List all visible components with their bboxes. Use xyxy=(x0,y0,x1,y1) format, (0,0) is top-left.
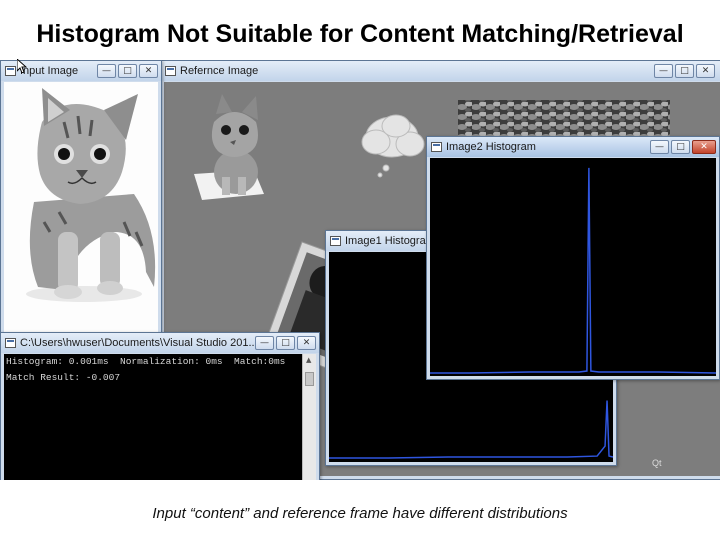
console-output[interactable]: Histogram: 0.001ms Normalization: 0ms Ma… xyxy=(4,354,302,480)
image2-histogram-title: Image2 Histogram xyxy=(446,141,536,153)
console-window[interactable]: C:\Users\hwuser\Documents\Visual Studio … xyxy=(0,332,320,480)
maximize-button[interactable]: □ xyxy=(276,336,295,350)
reference-window-title: Refernce Image xyxy=(180,65,259,77)
app-icon xyxy=(431,142,442,152)
input-window-title: Input Image xyxy=(20,65,79,77)
small-kitten-photo xyxy=(194,94,264,200)
image2-histogram-titlebar[interactable]: Image2 Histogram — □ ✕ xyxy=(427,137,719,157)
console-titlebar[interactable]: C:\Users\hwuser\Documents\Visual Studio … xyxy=(1,333,319,353)
minimize-button[interactable]: — xyxy=(97,64,116,78)
histogram-line xyxy=(329,400,613,459)
maximize-button[interactable]: □ xyxy=(118,64,137,78)
cloud-icon xyxy=(361,114,425,178)
scroll-up-arrow-icon[interactable]: ▲ xyxy=(306,356,311,364)
slide-caption: Input “content” and reference frame have… xyxy=(152,505,568,522)
reference-window-titlebar[interactable]: Refernce Image — □ ✕ xyxy=(161,61,720,81)
close-button[interactable]: ✕ xyxy=(692,140,716,154)
app-icon xyxy=(165,66,176,76)
maximize-button[interactable]: □ xyxy=(671,140,690,154)
minimize-button[interactable]: — xyxy=(650,140,669,154)
image2-histogram-window[interactable]: Image2 Histogram — □ ✕ xyxy=(426,136,720,380)
scroll-thumb[interactable] xyxy=(305,372,314,386)
console-line-2: Match Result: -0.007 xyxy=(6,372,121,383)
app-icon xyxy=(5,338,16,348)
image2-histogram-canvas xyxy=(430,158,716,376)
slide-title: Histogram Not Suitable for Content Match… xyxy=(36,20,684,48)
mouse-cursor-icon xyxy=(17,59,27,73)
image2-histogram-plot xyxy=(430,167,716,374)
app-icon xyxy=(330,236,341,246)
histogram-line xyxy=(430,167,716,374)
close-button[interactable]: ✕ xyxy=(696,64,715,78)
console-vertical-scrollbar[interactable]: ▲ ▼ xyxy=(302,354,316,480)
console-window-title: C:\Users\hwuser\Documents\Visual Studio … xyxy=(20,337,255,349)
minimize-button[interactable]: — xyxy=(654,64,673,78)
minimize-button[interactable]: — xyxy=(255,336,274,350)
maximize-button[interactable]: □ xyxy=(675,64,694,78)
close-button[interactable]: ✕ xyxy=(139,64,158,78)
close-button[interactable]: ✕ xyxy=(297,336,316,350)
console-line-1: Histogram: 0.001ms Normalization: 0ms Ma… xyxy=(6,356,286,367)
desktop-area: Refernce Image — □ ✕ Input Image — □ ✕ I… xyxy=(0,60,720,480)
app-icon xyxy=(5,66,16,76)
qt-label: Qt xyxy=(652,458,662,468)
